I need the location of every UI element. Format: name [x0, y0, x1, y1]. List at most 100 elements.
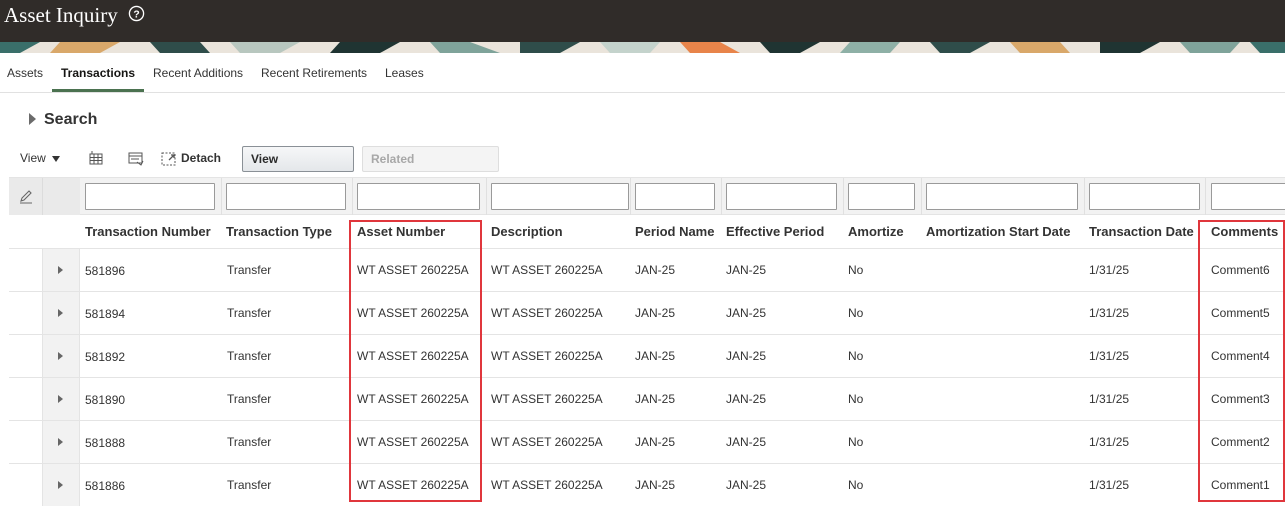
tab-leases[interactable]: Leases: [385, 66, 424, 80]
cell-effective-period: JAN-25: [726, 435, 767, 449]
expand-search-icon[interactable]: [29, 113, 36, 125]
col-header-effective-period[interactable]: Effective Period: [726, 224, 824, 239]
filter-description[interactable]: [491, 183, 629, 210]
cell-comments: Comment2: [1211, 435, 1270, 449]
cell-transaction-number: 581886: [85, 479, 126, 493]
cell-comments: Comment6: [1211, 263, 1270, 277]
freeze-columns-icon[interactable]: [87, 150, 105, 168]
col-header-transaction-date[interactable]: Transaction Date: [1089, 224, 1194, 239]
cell-transaction-number: 581888: [85, 436, 126, 450]
cell-comments: Comment3: [1211, 392, 1270, 406]
col-header-amortization-start-date[interactable]: Amortization Start Date: [926, 224, 1070, 239]
chevron-down-icon[interactable]: [52, 156, 60, 162]
cell-asset-number: WT ASSET 260225A: [357, 263, 469, 277]
tab-transactions[interactable]: Transactions: [61, 66, 135, 80]
cell-transaction-date: 1/31/25: [1089, 392, 1130, 406]
cell-transaction-type: Transfer: [227, 435, 272, 449]
expand-row-icon[interactable]: [58, 481, 63, 489]
cell-description: WT ASSET 260225A: [491, 263, 603, 277]
filter-transaction-date[interactable]: [1089, 183, 1200, 210]
cell-period-name: JAN-25: [635, 306, 676, 320]
expand-row-icon[interactable]: [58, 309, 63, 317]
expand-row-icon[interactable]: [58, 266, 63, 274]
table-row[interactable]: 581890 Transfer WT ASSET 260225A WT ASSE…: [9, 377, 1285, 420]
cell-description: WT ASSET 260225A: [491, 392, 603, 406]
cell-transaction-type: Transfer: [227, 478, 272, 492]
edit-pencil-icon[interactable]: [18, 189, 34, 205]
cell-transaction-date: 1/31/25: [1089, 435, 1130, 449]
view-menu[interactable]: View: [20, 151, 46, 165]
tab-recent-retirements[interactable]: Recent Retirements: [261, 66, 367, 80]
cell-transaction-type: Transfer: [227, 263, 272, 277]
filter-amortization-start-date[interactable]: [926, 183, 1078, 210]
wrap-icon[interactable]: [127, 150, 145, 168]
expand-row-icon[interactable]: [58, 438, 63, 446]
table-row[interactable]: 581886 Transfer WT ASSET 260225A WT ASSE…: [9, 463, 1285, 506]
cell-effective-period: JAN-25: [726, 306, 767, 320]
filter-transaction-number[interactable]: [85, 183, 215, 210]
cell-transaction-date: 1/31/25: [1089, 478, 1130, 492]
cell-effective-period: JAN-25: [726, 478, 767, 492]
cell-description: WT ASSET 260225A: [491, 349, 603, 363]
cell-comments: Comment1: [1211, 478, 1270, 492]
expand-row-icon[interactable]: [58, 352, 63, 360]
filter-amortize[interactable]: [848, 183, 915, 210]
filter-comments[interactable]: [1211, 183, 1285, 210]
col-header-description[interactable]: Description: [491, 224, 563, 239]
expand-row-icon[interactable]: [58, 395, 63, 403]
view-accounting-button[interactable]: View Accounting: [242, 146, 354, 190]
transactions-table: Transaction Number Transaction Type Asse…: [9, 177, 1285, 506]
cell-amortize: No: [848, 349, 864, 363]
table-row[interactable]: 581896 Transfer WT ASSET 260225A WT ASSE…: [9, 248, 1285, 291]
app-header: Asset Inquiry ?: [0, 0, 1285, 42]
cell-period-name: JAN-25: [635, 392, 676, 406]
cell-transaction-type: Transfer: [227, 392, 272, 406]
cell-transaction-number: 581896: [85, 264, 126, 278]
filter-effective-period[interactable]: [726, 183, 837, 210]
tab-assets[interactable]: Assets: [7, 66, 43, 80]
cell-amortize: No: [848, 392, 864, 406]
cell-transaction-number: 581892: [85, 350, 126, 364]
col-header-amortize[interactable]: Amortize: [848, 224, 904, 239]
decorative-banner: [0, 42, 1285, 53]
col-header-asset-number[interactable]: Asset Number: [357, 224, 445, 239]
cell-asset-number: WT ASSET 260225A: [357, 349, 469, 363]
col-header-transaction-number[interactable]: Transaction Number: [85, 224, 211, 239]
detach-icon[interactable]: [160, 150, 178, 168]
cell-transaction-type: Transfer: [227, 306, 272, 320]
help-icon[interactable]: ?: [128, 5, 145, 22]
col-header-comments[interactable]: Comments: [1211, 224, 1278, 239]
filter-transaction-type[interactable]: [226, 183, 346, 210]
related-transactions-button: Related Transactions: [362, 146, 499, 190]
cell-description: WT ASSET 260225A: [491, 478, 603, 492]
detach-button[interactable]: Detach: [181, 151, 221, 165]
cell-asset-number: WT ASSET 260225A: [357, 478, 469, 492]
cell-amortize: No: [848, 478, 864, 492]
cell-amortize: No: [848, 435, 864, 449]
cell-description: WT ASSET 260225A: [491, 435, 603, 449]
col-header-transaction-type[interactable]: Transaction Type: [226, 224, 332, 239]
cell-transaction-number: 581894: [85, 307, 126, 321]
table-header: Transaction Number Transaction Type Asse…: [9, 215, 1285, 248]
cell-amortize: No: [848, 263, 864, 277]
table-row[interactable]: 581888 Transfer WT ASSET 260225A WT ASSE…: [9, 420, 1285, 463]
search-section-toggle[interactable]: Search: [44, 111, 97, 129]
table-row[interactable]: 581892 Transfer WT ASSET 260225A WT ASSE…: [9, 334, 1285, 377]
table-row[interactable]: 581894 Transfer WT ASSET 260225A WT ASSE…: [9, 291, 1285, 334]
cell-comments: Comment5: [1211, 306, 1270, 320]
cell-transaction-date: 1/31/25: [1089, 263, 1130, 277]
tab-bar: Assets Transactions Recent Additions Rec…: [0, 53, 1285, 93]
filter-row: [9, 177, 1285, 216]
active-tab-indicator: [52, 89, 144, 92]
cell-period-name: JAN-25: [635, 263, 676, 277]
svg-text:?: ?: [133, 9, 139, 20]
filter-asset-number[interactable]: [357, 183, 480, 210]
cell-description: WT ASSET 260225A: [491, 306, 603, 320]
cell-asset-number: WT ASSET 260225A: [357, 435, 469, 449]
cell-asset-number: WT ASSET 260225A: [357, 392, 469, 406]
tab-recent-additions[interactable]: Recent Additions: [153, 66, 243, 80]
filter-period-name[interactable]: [635, 183, 715, 210]
col-header-period-name[interactable]: Period Name: [635, 224, 714, 239]
cell-transaction-date: 1/31/25: [1089, 306, 1130, 320]
cell-transaction-type: Transfer: [227, 349, 272, 363]
